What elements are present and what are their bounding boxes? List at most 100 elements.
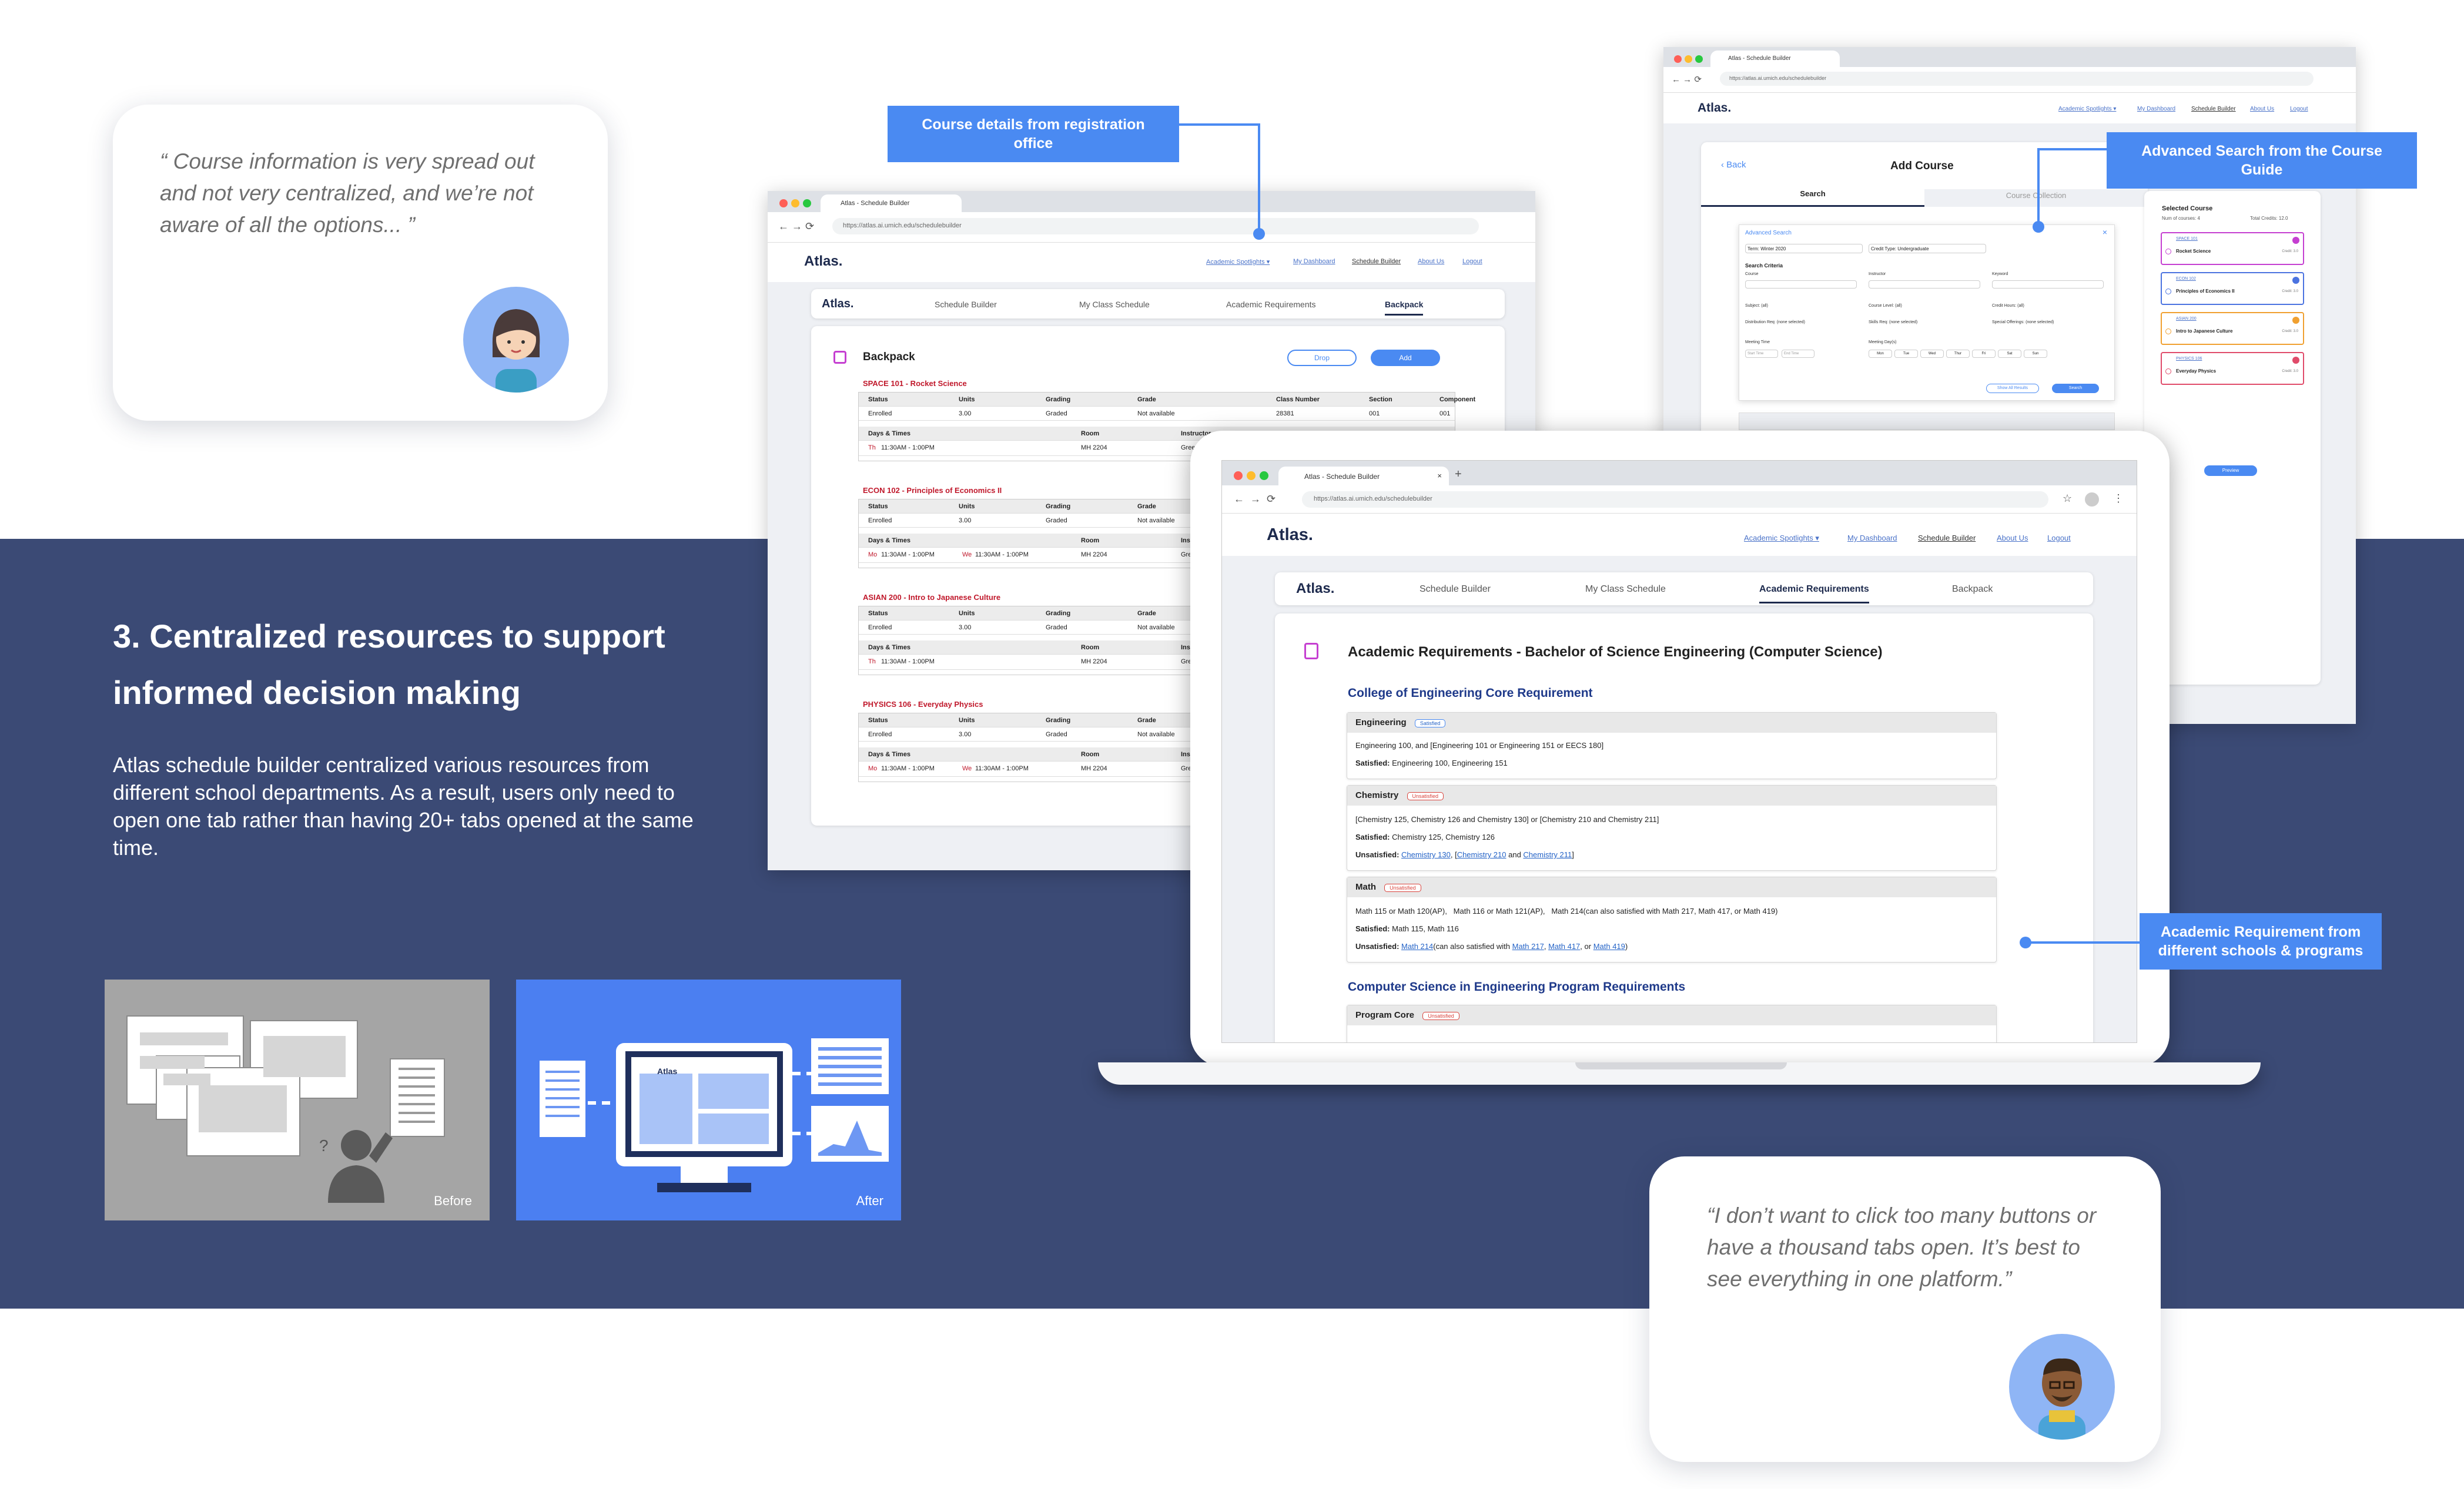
atlas-logo[interactable]: Atlas. [1698,101,1731,115]
tab-close-icon[interactable]: × [1437,471,1442,480]
nav-arrows-icon[interactable]: ← → ⟳ [1234,493,1275,505]
close-dot-icon[interactable] [1674,55,1682,63]
start-time-input[interactable]: Start Time [1745,350,1778,358]
atlas-logo[interactable]: Atlas. [804,253,842,270]
nav-schedule-builder[interactable]: Schedule Builder [1352,258,1401,265]
course-link[interactable]: Math 217 [1512,942,1544,951]
tab-search[interactable]: Search [1701,189,1924,207]
back-link[interactable]: ‹ Back [1721,160,1746,170]
nav-about-us[interactable]: About Us [1418,258,1444,265]
subnav-academic-requirements[interactable]: Academic Requirements [1759,584,1869,603]
subnav-my-class-schedule[interactable]: My Class Schedule [1079,300,1150,309]
subnav-logo[interactable]: Atlas. [1296,581,1334,597]
nav-about-us[interactable]: About Us [2250,106,2274,112]
term-select[interactable]: Term: Winter 2020 [1745,244,1863,253]
course-title[interactable]: ASIAN 200 - Intro to Japanese Culture [863,593,1000,602]
preview-button[interactable]: Preview [2204,465,2257,476]
search-input[interactable] [1869,280,1980,289]
course-code[interactable]: PHYSICS 106 [2176,357,2202,361]
course-code[interactable]: SPACE 101 [2176,237,2198,241]
maximize-dot-icon[interactable] [1695,55,1703,63]
selected-course-card[interactable]: SPACE 101 Rocket Science Credit: 3.0 [2161,232,2304,265]
day-toggle[interactable]: Tue [1894,350,1918,358]
selected-course-card[interactable]: PHYSICS 106 Everyday Physics Credit: 3.0 [2161,352,2304,385]
browser-tab[interactable]: Atlas - Schedule Builder [1710,51,1840,67]
nav-academic-spotlights[interactable]: Academic Spotlights ▾ [1206,258,1270,266]
close-dot-icon[interactable] [779,199,788,207]
day-toggle[interactable]: Wed [1920,350,1944,358]
maximize-dot-icon[interactable] [803,199,811,207]
nav-logout[interactable]: Logout [2047,534,2071,542]
address-bar[interactable]: https://atlas.ai.umich.edu/schedulebuild… [832,218,1479,234]
nav-schedule-builder[interactable]: Schedule Builder [2191,106,2236,112]
credit-type-select[interactable]: Credit Type: Undergraduate [1869,244,1986,253]
address-bar[interactable]: https://atlas.ai.umich.edu/schedulebuild… [1720,72,2314,86]
nav-academic-spotlights[interactable]: Academic Spotlights ▾ [1744,534,1819,543]
subnav-schedule-builder[interactable]: Schedule Builder [1420,584,1491,595]
day-toggle[interactable]: Thur [1946,350,1970,358]
search-input[interactable] [1745,280,1857,289]
address-bar[interactable]: https://atlas.ai.umich.edu/schedulebuild… [1302,491,2048,508]
subnav-backpack[interactable]: Backpack [1385,300,1424,316]
selected-course-card[interactable]: ECON 102 Principles of Economics II Credit… [2161,272,2304,305]
course-link[interactable]: Chemistry 210 [1457,850,1506,859]
course-link[interactable]: Math 417 [1548,942,1580,951]
remove-icon[interactable] [2292,237,2299,244]
show-all-results-button[interactable]: Show All Results [1986,384,2039,393]
close-icon[interactable]: × [2103,227,2107,237]
course-link[interactable]: Chemistry 211 [1523,850,1572,859]
minimize-dot-icon[interactable] [1247,471,1256,480]
nav-my-dashboard[interactable]: My Dashboard [2137,106,2175,112]
nav-logout[interactable]: Logout [2290,106,2308,112]
subnav-academic-requirements[interactable]: Academic Requirements [1226,300,1316,309]
browser-tab[interactable]: Atlas - Schedule Builder [821,194,962,212]
course-title[interactable]: SPACE 101 - Rocket Science [863,379,967,388]
nav-schedule-builder[interactable]: Schedule Builder [1918,534,1976,542]
course-code[interactable]: ASIAN 200 [2176,317,2197,321]
day-toggle[interactable]: Fri [1972,350,1996,358]
remove-icon[interactable] [2292,357,2299,364]
maximize-dot-icon[interactable] [1260,471,1268,480]
course-title[interactable]: PHYSICS 106 - Everyday Physics [863,700,983,709]
day-toggle[interactable]: Mon [1869,350,1892,358]
profile-icon[interactable] [2085,492,2099,507]
nav-about-us[interactable]: About Us [1997,534,2028,542]
kebab-menu-icon[interactable]: ⋮ [2113,492,2124,505]
info-icon[interactable] [2165,249,2171,254]
nav-logout[interactable]: Logout [1462,258,1482,265]
nav-arrows-icon[interactable]: ← → ⟳ [778,220,814,233]
course-link[interactable]: Math 419 [1593,942,1625,951]
selected-course-card[interactable]: ASIAN 200 Intro to Japanese Culture Credit… [2161,312,2304,345]
course-link[interactable]: Chemistry 130 [1401,850,1451,859]
subnav-logo[interactable]: Atlas. [822,297,853,311]
course-link[interactable]: Math 214 [1401,942,1433,951]
nav-academic-spotlights[interactable]: Academic Spotlights ▾ [2058,106,2116,112]
remove-icon[interactable] [2292,277,2299,284]
drop-button[interactable]: Drop [1287,350,1357,366]
add-button[interactable]: Add [1371,350,1440,366]
search-button[interactable]: Search [2052,384,2099,393]
bookmark-star-icon[interactable]: ☆ [2063,492,2072,505]
nav-my-dashboard[interactable]: My Dashboard [1847,534,1897,542]
minimize-dot-icon[interactable] [791,199,799,207]
remove-icon[interactable] [2292,317,2299,324]
new-tab-icon[interactable]: + [1455,468,1462,481]
tab-course-collection[interactable]: Course Collection [1924,189,2148,207]
day-toggle[interactable]: Sun [2024,350,2047,358]
nav-arrows-icon[interactable]: ← → ⟳ [1672,74,1702,85]
subnav-backpack[interactable]: Backpack [1952,584,1993,595]
browser-tab[interactable]: Atlas - Schedule Builder × [1278,467,1449,485]
end-time-input[interactable]: End Time [1782,350,1814,358]
course-title[interactable]: ECON 102 - Principles of Economics II [863,486,1002,495]
day-toggle[interactable]: Sat [1998,350,2021,358]
info-icon[interactable] [2165,289,2171,294]
atlas-logo[interactable]: Atlas. [1267,525,1313,545]
course-code[interactable]: ECON 102 [2176,277,2196,281]
info-icon[interactable] [2165,368,2171,374]
info-icon[interactable] [2165,328,2171,334]
close-dot-icon[interactable] [1234,471,1243,480]
subnav-my-class-schedule[interactable]: My Class Schedule [1585,584,1666,595]
search-input[interactable] [1992,280,2104,289]
minimize-dot-icon[interactable] [1685,55,1692,63]
nav-my-dashboard[interactable]: My Dashboard [1293,258,1335,265]
